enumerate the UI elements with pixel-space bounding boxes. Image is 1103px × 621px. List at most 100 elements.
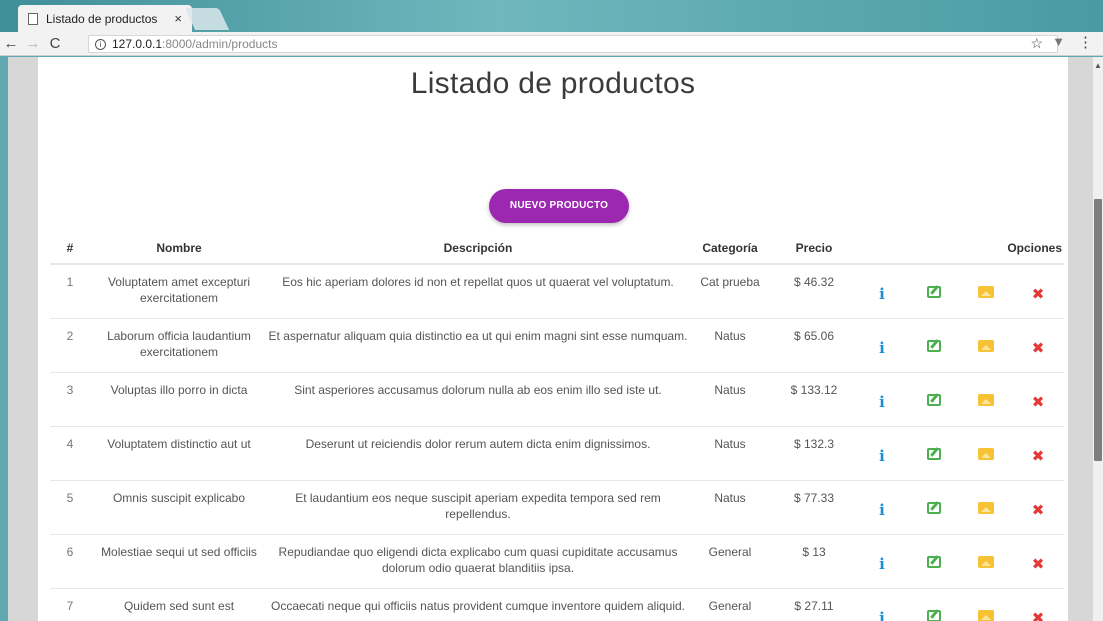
cell-description: Eos hic aperiam dolores id non et repell… (268, 264, 688, 319)
tab-strip: Listado de productos × (0, 0, 1103, 32)
url-host: 127.0.0.1 (112, 37, 163, 51)
delete-cell: ✖ (1012, 588, 1064, 621)
info-icon[interactable]: i (879, 286, 885, 302)
delete-icon[interactable]: ✖ (1032, 286, 1045, 302)
info-cell: i (856, 426, 908, 481)
header-name: Nombre (90, 232, 268, 265)
delete-cell: ✖ (1012, 264, 1064, 319)
info-icon[interactable]: i (879, 610, 885, 621)
image-cell (960, 372, 1012, 427)
edit-icon[interactable] (927, 394, 941, 406)
image-icon[interactable] (978, 394, 994, 406)
edit-icon[interactable] (927, 610, 941, 621)
extension-icon[interactable]: ▼ (1052, 34, 1065, 49)
image-cell (960, 426, 1012, 481)
delete-cell: ✖ (1012, 534, 1064, 589)
edit-cell (908, 534, 960, 589)
image-icon[interactable] (978, 502, 994, 514)
cell-category: Natus (688, 318, 772, 373)
info-icon[interactable]: i (95, 38, 106, 50)
cell-description: Et aspernatur aliquam quia distinctio ea… (268, 318, 688, 373)
reload-button[interactable]: C (44, 35, 66, 52)
url-path: :8000/admin/products (162, 37, 278, 51)
delete-cell: ✖ (1012, 480, 1064, 535)
edit-icon[interactable] (927, 448, 941, 460)
cell-price: $ 133.12 (772, 372, 856, 427)
edit-cell (908, 480, 960, 535)
cell-num: 3 (50, 372, 90, 427)
delete-icon[interactable]: ✖ (1032, 556, 1045, 572)
cell-num: 7 (50, 588, 90, 621)
edit-cell (908, 588, 960, 621)
edit-icon[interactable] (927, 340, 941, 352)
image-cell (960, 264, 1012, 319)
page-title: Listado de productos (410, 67, 696, 100)
cell-description: Repudiandae quo eligendi dicta explicabo… (268, 534, 688, 589)
forward-button[interactable]: → (22, 35, 44, 52)
info-icon[interactable]: i (879, 448, 885, 464)
info-icon[interactable]: i (879, 502, 885, 518)
address-bar[interactable]: i 127.0.0.1:8000/admin/products (88, 35, 1058, 53)
image-icon[interactable] (978, 556, 994, 568)
image-icon[interactable] (978, 448, 994, 460)
products-table: # Nombre Descripción Categoría Precio Op… (50, 232, 1064, 621)
image-icon[interactable] (978, 610, 994, 621)
delete-icon[interactable]: ✖ (1032, 610, 1045, 621)
edit-cell (908, 426, 960, 481)
delete-icon[interactable]: ✖ (1032, 448, 1045, 464)
back-button[interactable]: ← (0, 35, 22, 52)
cell-num: 1 (50, 264, 90, 319)
table-row: 6 Molestiae sequi ut sed officiis Repudian… (50, 534, 1064, 589)
browser-toolbar: ← → C i 127.0.0.1:8000/admin/products ☆ … (0, 32, 1103, 56)
header-options: Opciones (856, 232, 1064, 265)
header-num: # (50, 232, 90, 265)
header-category: Categoría (688, 232, 772, 265)
edit-cell (908, 264, 960, 319)
cell-name: Laborum officia laudantium exercitatione… (90, 318, 268, 373)
new-product-button[interactable]: NUEVO PRODUCTO (489, 189, 629, 223)
scroll-thumb[interactable] (1094, 199, 1102, 461)
header-price: Precio (772, 232, 856, 265)
table-row: 4 Voluptatem distinctio aut ut Deserunt ut… (50, 426, 1064, 481)
tab-close-icon[interactable]: × (174, 11, 182, 26)
cell-category: Natus (688, 480, 772, 535)
table-row: 3 Voluptas illo porro in dicta Sint asperi… (50, 372, 1064, 427)
image-cell (960, 534, 1012, 589)
cell-description: Deserunt ut reiciendis dolor rerum autem… (268, 426, 688, 481)
cell-name: Voluptatem distinctio aut ut (90, 426, 268, 481)
cell-num: 6 (50, 534, 90, 589)
image-cell (960, 588, 1012, 621)
image-icon[interactable] (978, 340, 994, 352)
table-row: 7 Quidem sed sunt est Occaecati neque qui … (50, 588, 1064, 621)
cell-description: Et laudantium eos neque suscipit aperiam… (268, 480, 688, 535)
info-icon[interactable]: i (879, 394, 885, 410)
browser-menu-icon[interactable]: ⋮ (1078, 33, 1093, 51)
edit-icon[interactable] (927, 502, 941, 514)
cell-category: General (688, 534, 772, 589)
cell-num: 2 (50, 318, 90, 373)
image-icon[interactable] (978, 286, 994, 299)
page-scrollbar[interactable]: ▲ (1093, 57, 1103, 621)
browser-tab[interactable]: Listado de productos × (18, 5, 192, 32)
bookmark-star-icon[interactable]: ☆ (1030, 35, 1043, 52)
cell-price: $ 46.32 (772, 264, 856, 319)
cell-num: 5 (50, 480, 90, 535)
table-row: 1 Voluptatem amet excepturi exercitatione… (50, 264, 1064, 319)
delete-icon[interactable]: ✖ (1032, 502, 1045, 518)
delete-icon[interactable]: ✖ (1032, 394, 1045, 410)
cell-price: $ 65.06 (772, 318, 856, 373)
edit-icon[interactable] (927, 556, 941, 568)
delete-cell: ✖ (1012, 318, 1064, 373)
image-cell (960, 318, 1012, 373)
cell-name: Omnis suscipit explicabo (90, 480, 268, 535)
scroll-up-arrow[interactable]: ▲ (1094, 61, 1102, 70)
edit-icon[interactable] (927, 286, 941, 299)
delete-icon[interactable]: ✖ (1032, 340, 1045, 356)
browser-window: Listado de productos × ← → C i 127.0.0.1… (0, 0, 1103, 621)
info-cell: i (856, 588, 908, 621)
info-icon[interactable]: i (879, 556, 885, 572)
table-header-row: # Nombre Descripción Categoría Precio Op… (50, 232, 1064, 265)
cell-description: Sint asperiores accusamus dolorum nulla … (268, 372, 688, 427)
info-cell: i (856, 264, 908, 319)
info-icon[interactable]: i (879, 340, 885, 356)
